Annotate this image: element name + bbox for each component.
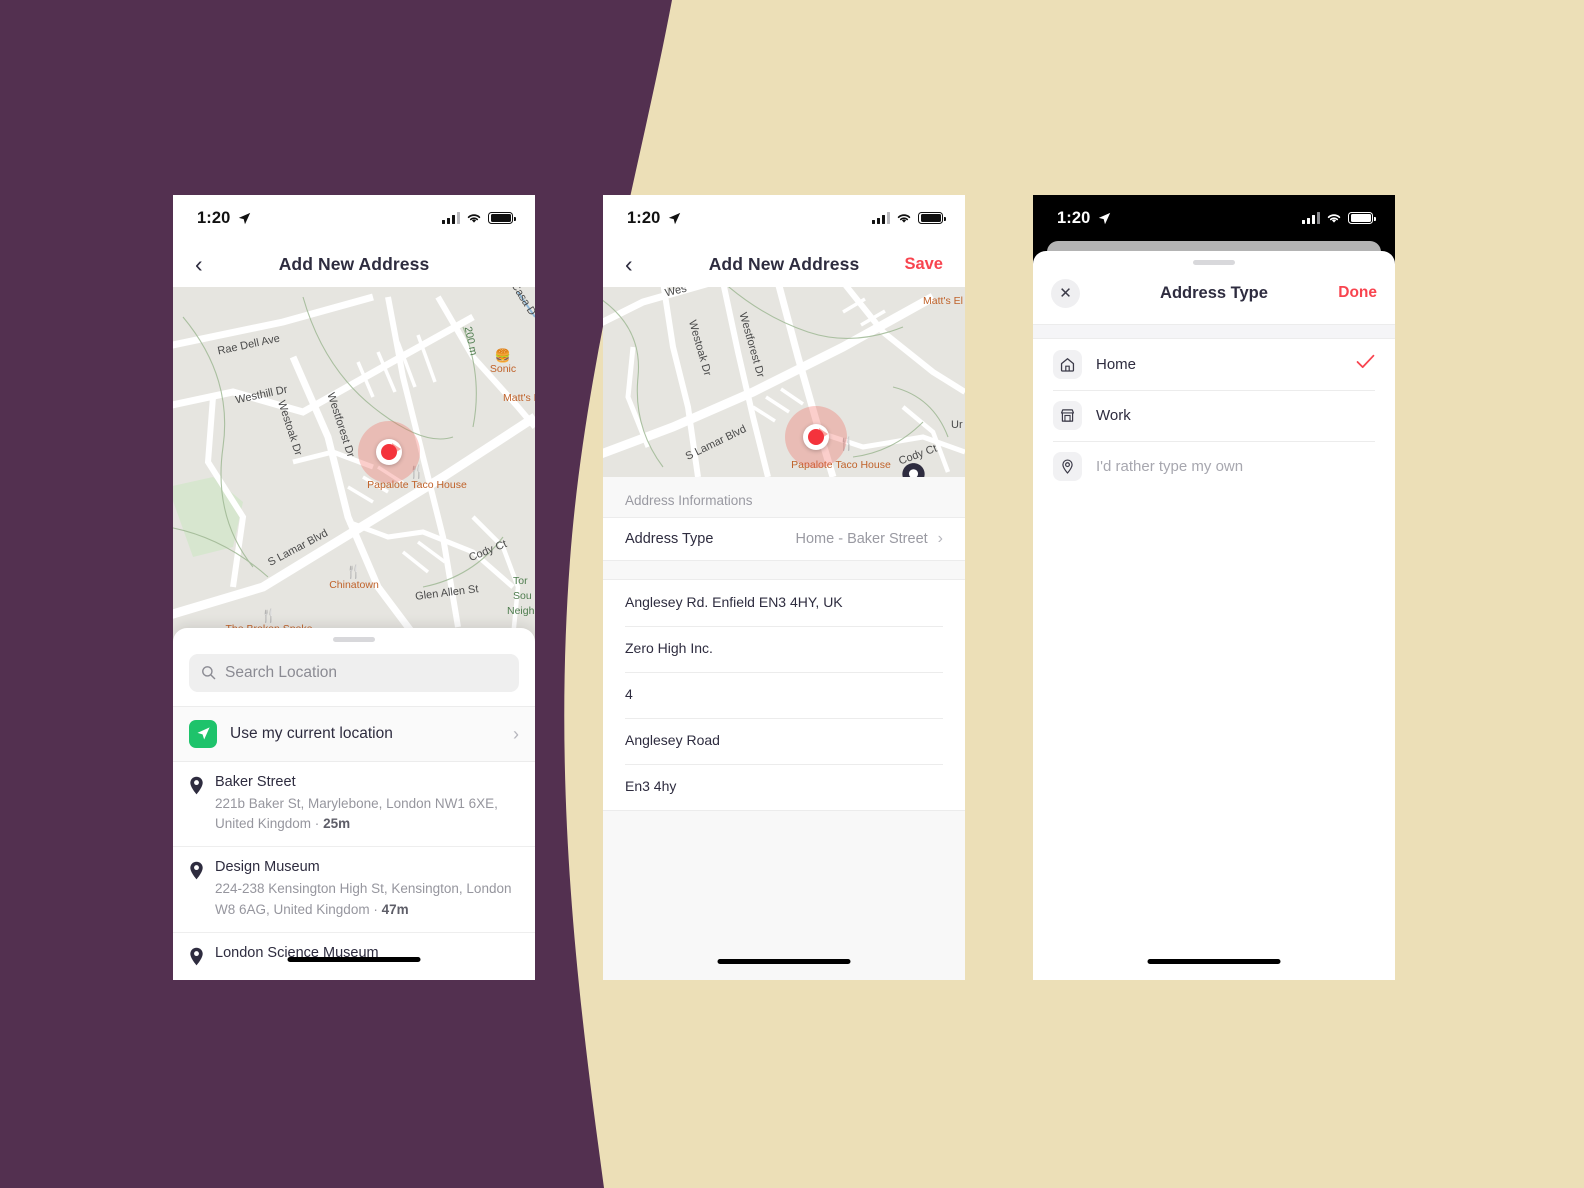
current-location-label: Use my current location — [230, 724, 393, 742]
place-address: 221b Baker St, Marylebone, London NW1 6X… — [215, 795, 498, 832]
neighborhood-label: Neighb — [507, 605, 535, 617]
home-indicator — [1147, 959, 1281, 964]
form-spacer — [603, 561, 965, 579]
navigation-arrow-icon — [189, 719, 217, 748]
field-value: Anglesey Road — [625, 732, 720, 748]
wifi-icon — [1327, 214, 1341, 223]
map-pin-icon — [1053, 451, 1082, 481]
option-custom[interactable]: I'd rather type my own — [1033, 440, 1395, 492]
address-field-street[interactable]: Anglesey Rd. Enfield EN3 4HY, UK — [603, 580, 965, 626]
address-type-sheet: ✕ Address Type Done Home Work I'd rather — [1033, 251, 1395, 980]
wifi-icon — [467, 214, 481, 223]
neighborhood-label: Sou — [513, 590, 532, 602]
search-icon — [202, 666, 216, 680]
back-button[interactable]: ‹ — [625, 252, 633, 276]
page-title: Add New Address — [278, 253, 430, 274]
home-icon — [1053, 349, 1082, 379]
status-time: 1:20 — [197, 208, 231, 227]
address-fields-list: Anglesey Rd. Enfield EN3 4HY, UK Zero Hi… — [603, 579, 965, 811]
battery-icon — [488, 211, 516, 225]
home-indicator — [287, 957, 421, 962]
field-value: Zero High Inc. — [625, 640, 713, 656]
store-icon — [1053, 400, 1082, 430]
battery-icon — [1348, 211, 1376, 225]
address-form: Address Informations Address Type Home -… — [603, 477, 965, 980]
phone-screen-search: 1:20 ‹ Add New Address Rae Dell Ave West… — [173, 195, 535, 980]
use-current-location-button[interactable]: Use my current location › — [173, 705, 535, 762]
map-view[interactable]: Rae Dell Ave Westhill Dr Westoak Dr West… — [173, 287, 535, 647]
field-value: En3 4hy — [625, 778, 677, 794]
status-time: 1:20 — [1057, 208, 1091, 227]
poi-sonic[interactable]: 🍔 Sonic — [490, 349, 516, 375]
place-name: Design Museum — [215, 859, 320, 876]
home-indicator — [717, 959, 851, 964]
option-label: I'd rather type my own — [1096, 457, 1244, 475]
search-bar[interactable] — [189, 653, 519, 692]
map-pin-icon — [189, 861, 204, 921]
neighborhood-label: Tor — [513, 575, 528, 587]
location-arrow-icon — [669, 212, 681, 224]
place-address: 224-238 Kensington High St, Kensington, … — [215, 881, 512, 918]
chevron-right-icon: › — [937, 530, 943, 547]
option-home[interactable]: Home — [1033, 338, 1395, 390]
map-pin-icon — [189, 947, 204, 971]
phone-screen-form: 1:20 ‹ Add New Address Save Wes Westoak … — [603, 195, 965, 980]
user-location-dot — [358, 421, 420, 483]
address-type-value: Home - Baker Street — [795, 531, 928, 547]
wifi-icon — [897, 214, 911, 223]
nav-bar: ‹ Add New Address Save — [603, 241, 965, 287]
phone-screen-address-type-modal: 1:20 ✕ Address Type Done Home Work I'd r… — [1033, 195, 1395, 980]
nav-bar: ‹ Add New Address — [173, 241, 535, 287]
cellular-bars-icon — [442, 212, 460, 224]
chevron-right-icon: › — [513, 723, 519, 744]
status-bar: 1:20 — [1033, 195, 1395, 241]
option-label: Home — [1096, 355, 1137, 373]
poi-chinatown[interactable]: 🍴 Chinatown — [329, 565, 379, 591]
address-type-row[interactable]: Address Type Home - Baker Street › — [603, 517, 965, 561]
poi-matts[interactable]: Matt's El — [923, 295, 963, 307]
close-icon[interactable]: ✕ — [1051, 278, 1080, 308]
cellular-bars-icon — [1302, 212, 1320, 224]
field-value: 4 — [625, 686, 633, 702]
address-field-road[interactable]: Anglesey Road — [603, 718, 965, 764]
search-input[interactable] — [225, 663, 507, 682]
address-type-label: Address Type — [625, 531, 714, 547]
cellular-bars-icon — [872, 212, 890, 224]
modal-header: ✕ Address Type Done — [1033, 265, 1395, 324]
address-field-company[interactable]: Zero High Inc. — [603, 626, 965, 672]
location-arrow-icon — [239, 212, 251, 224]
back-button[interactable]: ‹ — [195, 252, 203, 276]
status-bar: 1:20 — [603, 195, 965, 241]
status-time: 1:20 — [627, 208, 661, 227]
map-view[interactable]: Wes Westoak Dr Westforest Dr S Lamar Blv… — [603, 287, 965, 477]
battery-icon — [918, 211, 946, 225]
bottom-sheet: Use my current location › Baker Street 2… — [173, 628, 535, 980]
save-button[interactable]: Save — [904, 255, 943, 274]
status-bar: 1:20 — [173, 195, 535, 241]
address-field-number[interactable]: 4 — [603, 672, 965, 718]
done-button[interactable]: Done — [1338, 284, 1377, 302]
option-work[interactable]: Work — [1033, 389, 1395, 441]
address-field-postcode[interactable]: En3 4hy — [603, 764, 965, 810]
field-value: Anglesey Rd. Enfield EN3 4HY, UK — [625, 594, 843, 610]
section-header: Address Informations — [625, 493, 753, 508]
poi-matts[interactable]: Matt's El — [503, 392, 535, 404]
map-pin-icon — [189, 776, 204, 836]
street-label: Ur — [951, 419, 963, 431]
place-name: Baker Street — [215, 773, 296, 790]
user-location-dot — [785, 406, 847, 468]
list-item[interactable]: Design Museum 224-238 Kensington High St… — [173, 847, 535, 934]
check-icon — [1356, 354, 1375, 374]
option-label: Work — [1096, 406, 1131, 424]
modal-divider — [1033, 323, 1395, 339]
location-arrow-icon — [1099, 212, 1111, 224]
list-item[interactable]: Baker Street 221b Baker St, Marylebone, … — [173, 762, 535, 848]
